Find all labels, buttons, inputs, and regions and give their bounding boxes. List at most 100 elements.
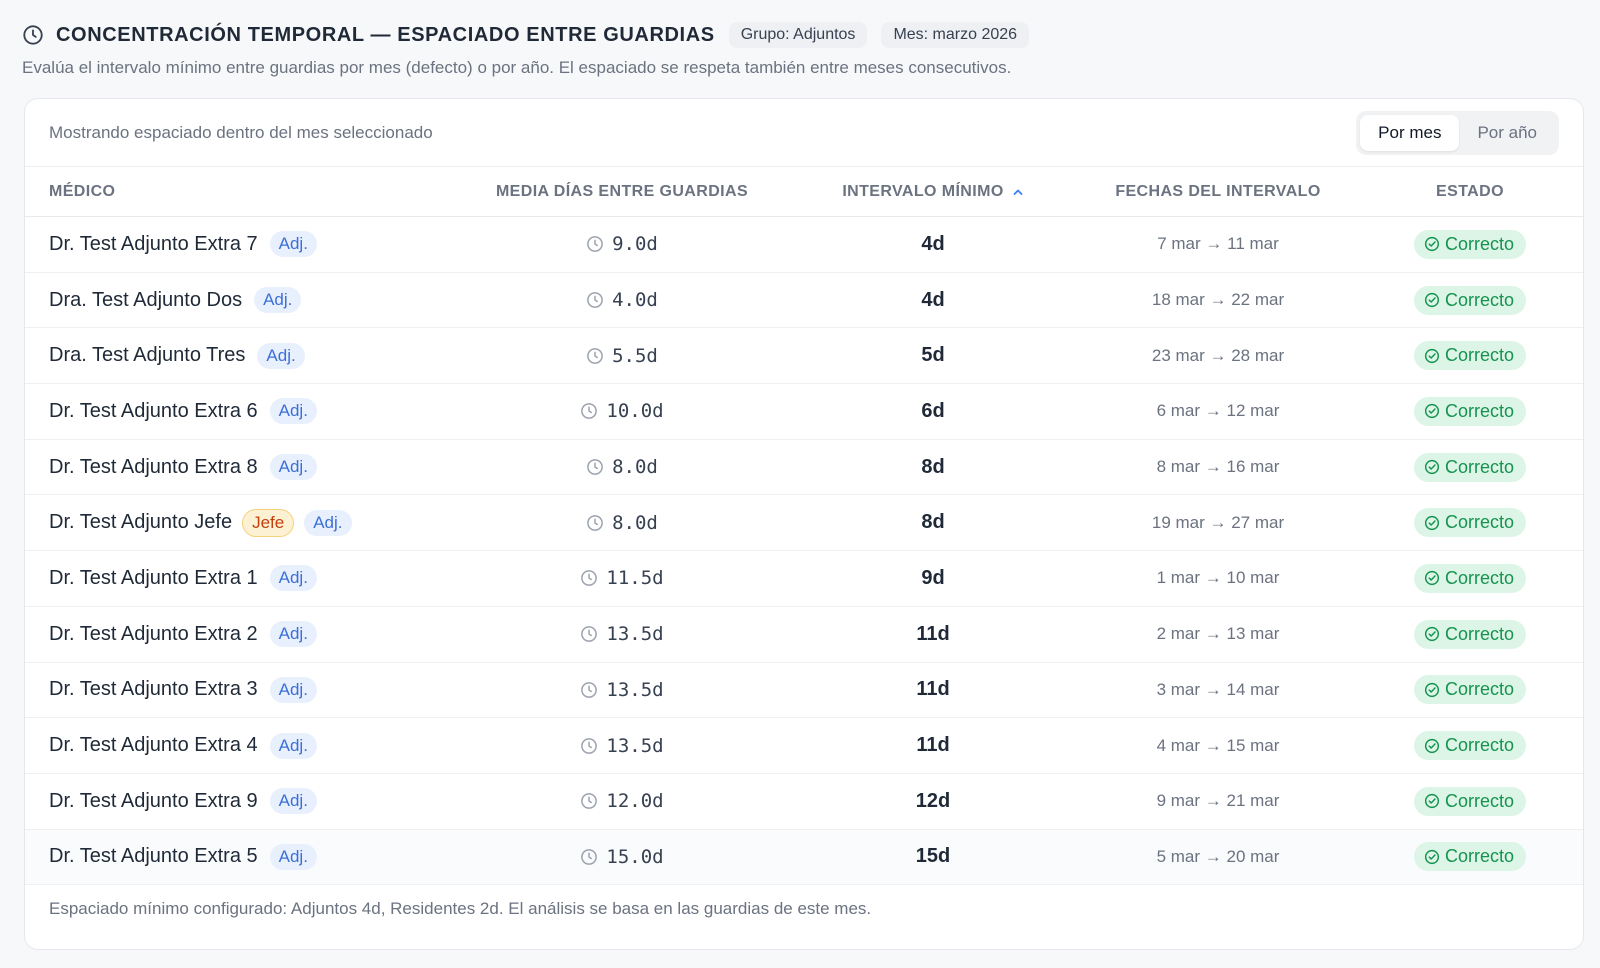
doctor-name: Dra. Test Adjunto Tres: [49, 344, 246, 367]
cell-estado: Correcto: [1357, 341, 1583, 371]
cell-media: 9.0d: [457, 233, 787, 255]
average-days: 15.0d: [606, 845, 664, 868]
cell-estado: Correcto: [1357, 285, 1583, 315]
cell-media: 10.0d: [457, 400, 787, 422]
cell-minimo: 15d: [787, 845, 1079, 868]
clock-icon: [580, 625, 598, 643]
cell-fechas: 19 mar → 27 mar: [1079, 513, 1357, 533]
cell-minimo: 11d: [787, 678, 1079, 701]
clock-icon: [580, 681, 598, 699]
cell-media: 11.5d: [457, 567, 787, 589]
table-header: Médico Media días entre guardias Interva…: [25, 167, 1583, 217]
min-interval: 4d: [921, 232, 945, 255]
page-title: Concentración temporal — Espaciado entre…: [56, 23, 715, 46]
check-circle-icon: [1424, 236, 1440, 252]
column-header-minimo[interactable]: Intervalo mínimo: [787, 183, 1079, 201]
table-row[interactable]: Dr. Test Adjunto Extra 4 Adj. 13.5d 11d 4…: [25, 718, 1583, 774]
cell-estado: Correcto: [1357, 508, 1583, 538]
check-circle-icon: [1424, 626, 1440, 642]
table-row[interactable]: Dr. Test Adjunto Extra 9 Adj. 12.0d 12d 9…: [25, 774, 1583, 830]
table-row[interactable]: Dra. Test Adjunto Dos Adj. 4.0d 4d 18 mar…: [25, 273, 1583, 329]
interval-dates: 19 mar → 27 mar: [1151, 512, 1285, 532]
status-badge: Correcto: [1413, 229, 1527, 259]
column-header-media[interactable]: Media días entre guardias: [457, 183, 787, 201]
cell-fechas: 5 mar → 20 mar: [1079, 847, 1357, 867]
check-circle-icon: [1424, 403, 1440, 419]
doctor-name: Dr. Test Adjunto Extra 5: [49, 845, 258, 868]
cell-medico: Dr. Test Adjunto Jefe Jefe Adj.: [25, 508, 457, 537]
cell-media: 8.0d: [457, 456, 787, 478]
average-days: 12.0d: [606, 790, 664, 813]
min-interval: 9d: [921, 566, 945, 589]
cell-estado: Correcto: [1357, 619, 1583, 649]
clock-icon: [580, 402, 598, 420]
table-row[interactable]: Dr. Test Adjunto Jefe Jefe Adj. 8.0d 8d 19…: [25, 495, 1583, 552]
check-circle-icon: [1424, 292, 1440, 308]
min-interval: 4d: [921, 288, 945, 311]
column-header-estado[interactable]: Estado: [1357, 183, 1583, 201]
check-circle-icon: [1424, 682, 1440, 698]
average-days: 5.5d: [612, 344, 658, 367]
min-interval: 11d: [916, 622, 950, 645]
check-circle-icon: [1424, 570, 1440, 586]
average-days: 8.0d: [612, 511, 658, 534]
cell-fechas: 2 mar → 13 mar: [1079, 624, 1357, 644]
check-circle-icon: [1424, 793, 1440, 809]
min-interval: 8d: [921, 511, 945, 534]
table-row[interactable]: Dr. Test Adjunto Extra 5 Adj. 15.0d 15d 5…: [25, 829, 1583, 886]
clock-icon: [586, 458, 604, 476]
column-header-medico[interactable]: Médico: [25, 183, 457, 201]
doctor-name: Dr. Test Adjunto Extra 3: [49, 678, 258, 701]
table-body: Dr. Test Adjunto Extra 7 Adj. 9.0d 4d 7 m…: [25, 217, 1583, 886]
cell-estado: Correcto: [1357, 842, 1583, 872]
min-interval: 6d: [921, 399, 945, 422]
table-row[interactable]: Dr. Test Adjunto Extra 3 Adj. 13.5d 11d 3…: [25, 663, 1583, 719]
table-row[interactable]: Dr. Test Adjunto Extra 6 Adj. 10.0d 6d 6 …: [25, 384, 1583, 440]
average-days: 10.0d: [606, 400, 664, 423]
cell-medico: Dr. Test Adjunto Extra 3 Adj.: [25, 676, 457, 703]
cell-minimo: 8d: [787, 456, 1079, 479]
interval-dates: 6 mar → 12 mar: [1156, 401, 1280, 421]
check-circle-icon: [1424, 515, 1440, 531]
average-days: 13.5d: [606, 734, 664, 757]
min-interval: 5d: [921, 344, 945, 367]
cell-estado: Correcto: [1357, 731, 1583, 761]
cell-medico: Dr. Test Adjunto Extra 2 Adj.: [25, 621, 457, 648]
role-badge-adj: Adj.: [269, 843, 317, 870]
cell-medico: Dra. Test Adjunto Tres Adj.: [25, 342, 457, 369]
by-year-button[interactable]: Por año: [1459, 115, 1555, 151]
status-badge: Correcto: [1413, 563, 1527, 593]
cell-fechas: 1 mar → 10 mar: [1079, 568, 1357, 588]
role-badge-adj: Adj.: [269, 231, 317, 258]
table-row[interactable]: Dr. Test Adjunto Extra 1 Adj. 11.5d 9d 1 …: [25, 551, 1583, 607]
status-badge: Correcto: [1413, 341, 1527, 371]
table-row[interactable]: Dr. Test Adjunto Extra 8 Adj. 8.0d 8d 8 m…: [25, 440, 1583, 496]
doctor-name: Dr. Test Adjunto Extra 1: [49, 566, 258, 589]
group-pill: Grupo: Adjuntos: [728, 22, 868, 48]
cell-media: 15.0d: [457, 846, 787, 868]
check-circle-icon: [1424, 849, 1440, 865]
cell-fechas: 23 mar → 28 mar: [1079, 346, 1357, 366]
cell-estado: Correcto: [1357, 786, 1583, 816]
clock-icon: [580, 737, 598, 755]
column-header-fechas[interactable]: Fechas del intervalo: [1079, 183, 1357, 201]
cell-minimo: 11d: [787, 623, 1079, 646]
status-badge: Correcto: [1413, 396, 1527, 426]
cell-minimo: 5d: [787, 344, 1079, 367]
month-pill: Mes: marzo 2026: [881, 22, 1030, 48]
min-interval: 11d: [916, 734, 950, 757]
cell-fechas: 7 mar → 11 mar: [1079, 234, 1357, 254]
table-row[interactable]: Dr. Test Adjunto Extra 7 Adj. 9.0d 4d 7 m…: [25, 217, 1583, 273]
cell-minimo: 12d: [787, 790, 1079, 813]
by-month-button[interactable]: Por mes: [1360, 114, 1460, 151]
table-row[interactable]: Dra. Test Adjunto Tres Adj. 5.5d 5d 23 ma…: [25, 328, 1583, 385]
min-interval: 8d: [921, 455, 945, 478]
cell-fechas: 4 mar → 15 mar: [1079, 736, 1357, 756]
table-row[interactable]: Dr. Test Adjunto Extra 2 Adj. 13.5d 11d 2…: [25, 607, 1583, 663]
cell-minimo: 6d: [787, 400, 1079, 423]
status-badge: Correcto: [1413, 842, 1527, 872]
role-badge-jefe: Jefe: [242, 508, 295, 537]
clock-icon: [586, 235, 604, 253]
doctor-name: Dr. Test Adjunto Extra 2: [49, 622, 258, 645]
cell-medico: Dr. Test Adjunto Extra 5 Adj.: [25, 843, 457, 870]
